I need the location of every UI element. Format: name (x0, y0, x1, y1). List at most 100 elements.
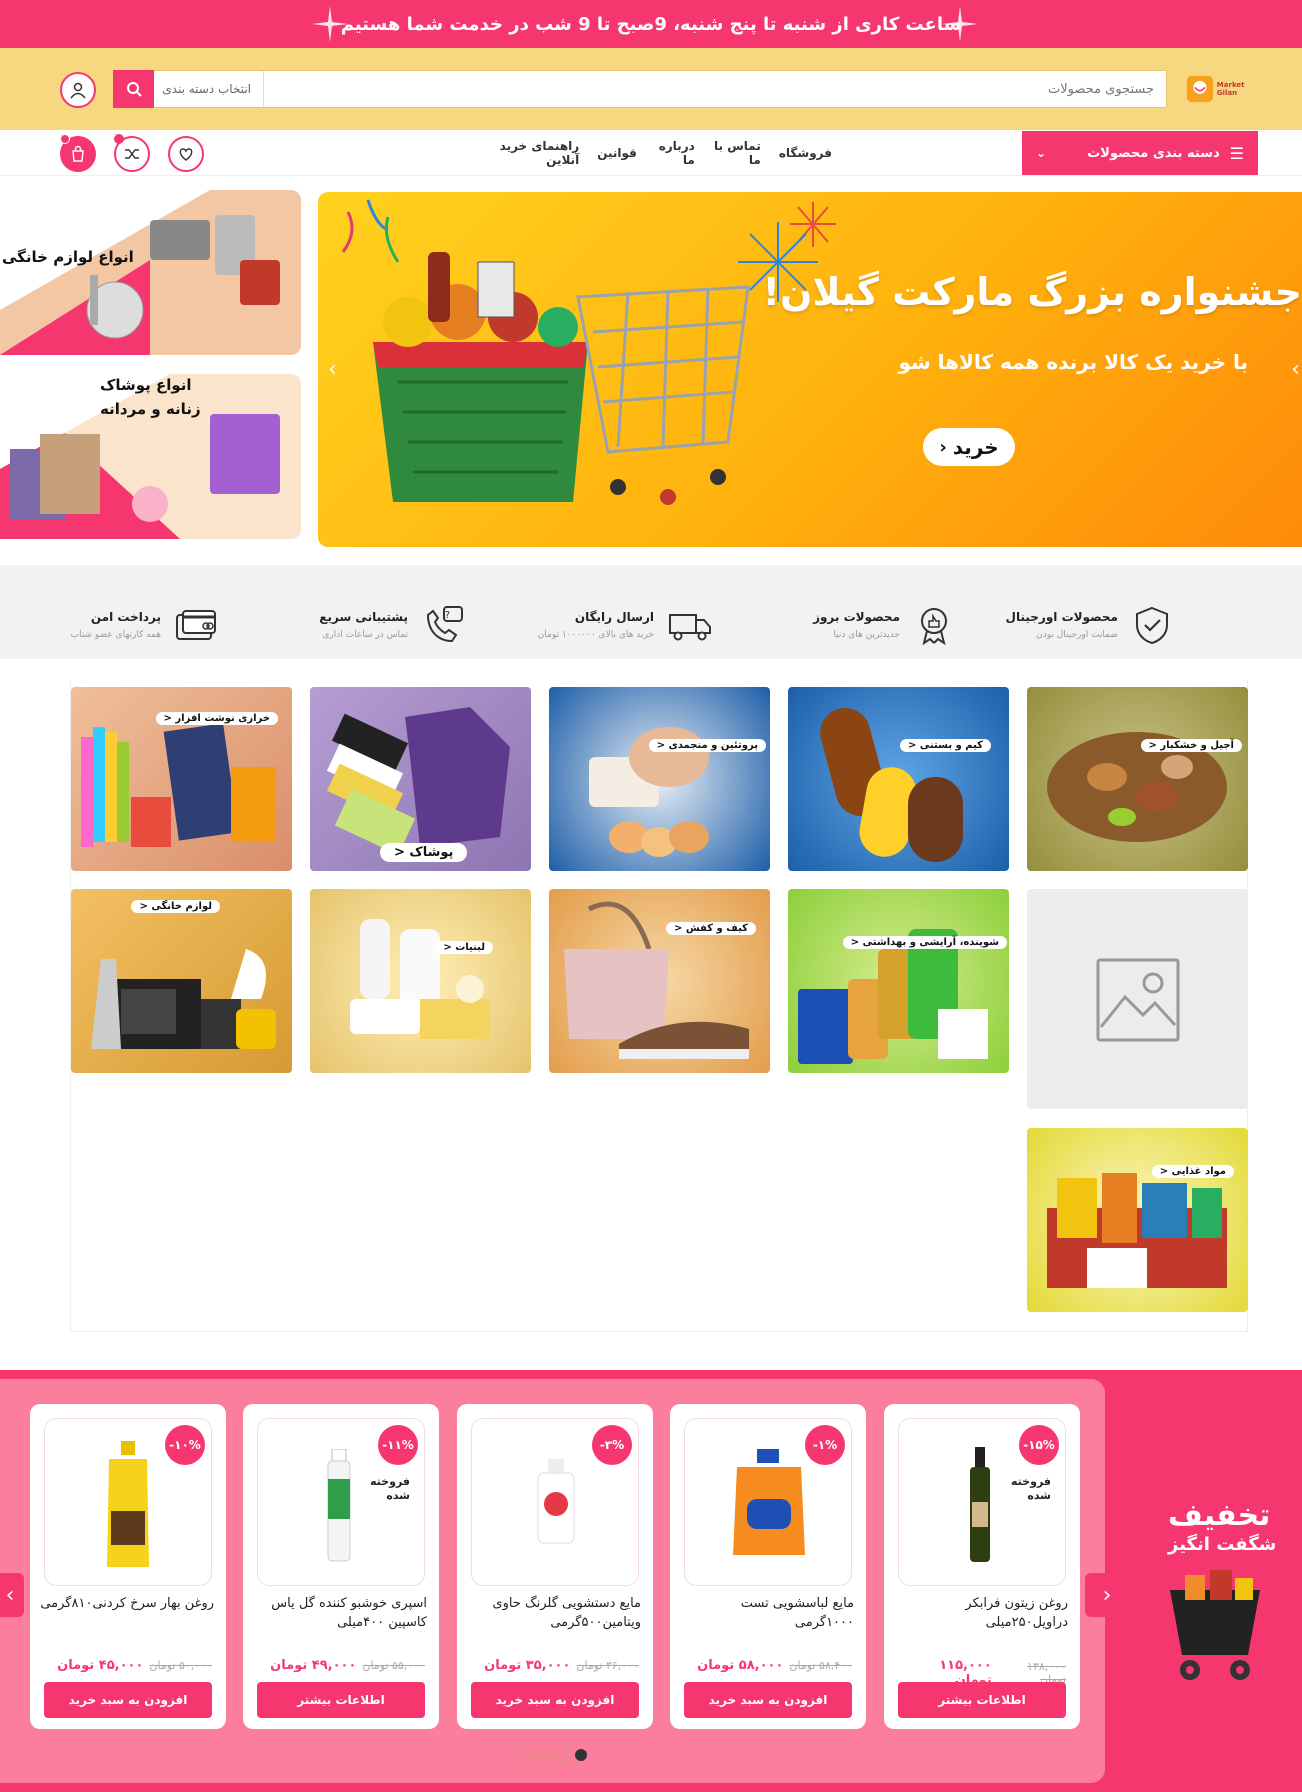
shuffle-icon (125, 149, 139, 159)
carousel-dot[interactable] (557, 1749, 569, 1761)
product-name[interactable]: مایع لباسشویی تست ۱۰۰۰گرمی (680, 1594, 854, 1632)
product-price: ۵۸,۴۰۰ تومان ۵۸,۰۰۰ تومان (684, 1658, 852, 1673)
category-tile-food[interactable]: مواد غذایی < (1027, 1128, 1248, 1312)
features-strip: محصولات اورجینال ضمانت اورجینال بودن محصو… (0, 565, 1302, 659)
chevron-left-icon: ‹ (5, 1582, 15, 1608)
hamburger-icon: ☰ (1229, 143, 1244, 163)
product-price: ۵۰,۰۰۰ تومان ۴۵,۰۰۰ تومان (44, 1658, 212, 1673)
cart-button[interactable]: 0 (60, 134, 96, 172)
main-nav: ☰ دسته بندی محصولات ⌄ فروشگاه تماس با ما… (0, 130, 1302, 176)
feature-subtitle: تماس در ساعات اداری (322, 630, 408, 640)
category-tile-nuts[interactable]: آجیل و خشکبار < (1027, 687, 1248, 871)
category-tile-bags[interactable]: کیف و کفش < (549, 889, 770, 1073)
carousel-dot[interactable] (521, 1749, 533, 1761)
offers-subtitle: شگفت انگیز (1168, 1534, 1277, 1555)
hero-buy-button[interactable]: خرید ‹ (923, 428, 1015, 466)
category-tile-icecream[interactable]: کیم و بستنی < (788, 687, 1009, 871)
add-to-cart-button[interactable]: افزودن به سبد خرید (44, 1682, 212, 1718)
search-button[interactable] (113, 70, 154, 108)
offers-title: تخفیف (1168, 1498, 1271, 1533)
product-name[interactable]: روغن بهار سرخ کردنی۸۱۰گرمی (40, 1594, 214, 1613)
svg-text:?: ? (445, 610, 450, 621)
hero-prev-arrow[interactable]: ‹ (328, 357, 337, 382)
hero-subtitle: با خرید یک کالا برنده همه کالاها شو (898, 350, 1248, 374)
add-to-cart-button[interactable]: افزودن به سبد خرید (684, 1682, 852, 1718)
nav-link-shop[interactable]: فروشگاه (779, 146, 832, 160)
feature-title: پرداخت امن (90, 610, 161, 624)
discount-badge: -۱۱% (378, 1425, 418, 1465)
category-tile-clothing[interactable]: پوشاک < (310, 687, 531, 871)
feature-subtitle: خرید های بالای ۱۰۰۰۰۰۰ تومان (537, 630, 654, 640)
search-input[interactable] (264, 71, 1166, 107)
search-icon (126, 82, 142, 97)
more-info-button[interactable]: اطلاعات بیشتر (898, 1682, 1066, 1718)
image-placeholder-icon (1096, 958, 1180, 1042)
handwash-bottle-image (537, 1459, 575, 1544)
product-image: -۱% (684, 1418, 852, 1586)
product-name[interactable]: روغن زیتون فرابکر دراویل۲۵۰میلی (894, 1594, 1068, 1632)
hero-slider[interactable]: جشنواره بزرگ مارکت گیلان! با خرید یک کال… (318, 192, 1302, 547)
carousel-dot[interactable] (539, 1749, 551, 1761)
feature-latest: محصولات بروز جدیدترین های دنیا (813, 605, 954, 645)
banner-clothing[interactable]: انواع پوشاک زنانه و مردانه (0, 374, 301, 539)
nav-link-guide[interactable]: راهنمای خرید آنلاین (490, 139, 580, 167)
feature-support: ? پشتیبانی سریع تماس در ساعات اداری (319, 605, 464, 645)
clothing-illustration (0, 374, 280, 539)
category-tile-stationery[interactable]: خرازی نوشت افزار < (71, 687, 292, 871)
account-button[interactable] (60, 72, 96, 108)
clothing-title-line1: انواع پوشاک (100, 376, 192, 394)
carousel-prev-button[interactable]: ‹ (0, 1573, 24, 1617)
site-logo[interactable]: Market Gilan (1186, 68, 1258, 110)
more-info-button[interactable]: اطلاعات بیشتر (257, 1682, 425, 1718)
compare-button[interactable]: 0 (114, 134, 150, 172)
product-image: -۱۰% (44, 1418, 212, 1586)
category-label-nuts: آجیل و خشکبار < (1140, 739, 1242, 752)
category-label-hygiene: شوینده، آرایشی و بهداشتی < (842, 936, 1007, 949)
category-tile-placeholder[interactable] (1027, 889, 1248, 1109)
category-select-label: انتخاب دسته بندی (162, 82, 251, 96)
hygiene-image (798, 929, 988, 1064)
chevron-left-icon: ‹ (939, 436, 947, 458)
sparkle-icon (312, 6, 348, 42)
feature-title: ارسال رایگان (574, 610, 654, 624)
product-card[interactable]: -۱۰% روغن بهار سرخ کردنی۸۱۰گرمی ۵۰,۰۰۰ ت… (30, 1404, 226, 1729)
wishlist-button[interactable] (168, 136, 204, 172)
product-card[interactable]: -۱% مایع لباسشویی تست ۱۰۰۰گرمی ۵۸,۴۰۰ تو… (670, 1404, 866, 1729)
product-card[interactable]: فروخته شده -۱۱% اسپری خوشبو کننده گل یاس… (243, 1404, 439, 1729)
nav-link-rules[interactable]: قوانین (597, 146, 637, 160)
nav-link-about[interactable]: درباره ما (655, 139, 695, 167)
category-label-stationery: خرازی نوشت افزار < (155, 712, 278, 725)
category-label-clothing: پوشاک < (380, 843, 468, 862)
site-header: Market Gilan انتخاب دسته بندی ⌄ (0, 48, 1302, 130)
nav-link-contact[interactable]: تماس با ما (713, 139, 761, 167)
feature-subtitle: همه کارتهای عضو شتاب (70, 630, 161, 640)
carousel-dot-active[interactable] (575, 1749, 587, 1761)
category-label-icecream: کیم و بستنی < (899, 739, 991, 752)
category-tile-protein[interactable]: پروتئین و منجمدی < (549, 687, 770, 871)
discount-badge: -۱۵% (1019, 1425, 1059, 1465)
hero-title: جشنواره بزرگ مارکت گیلان! (762, 270, 1302, 314)
category-tile-appliances[interactable]: لوازم خانگی < (71, 889, 292, 1073)
category-tile-dairy[interactable]: لبنیات < (310, 889, 531, 1073)
banner-home-appliances[interactable]: انواع لوازم خانگی (0, 190, 301, 355)
chevron-right-icon: › (1102, 1582, 1112, 1608)
air-freshener-can-image (327, 1449, 351, 1562)
category-tile-hygiene[interactable]: شوینده، آرایشی و بهداشتی < (788, 889, 1009, 1073)
appliances-image (91, 949, 276, 1049)
new-price: ۴۵,۰۰۰ تومان (57, 1658, 144, 1673)
carousel-next-button[interactable]: › (1085, 1573, 1129, 1617)
categories-menu-button[interactable]: ☰ دسته بندی محصولات ⌄ (1022, 131, 1258, 175)
add-to-cart-button[interactable]: افزودن به سبد خرید (471, 1682, 639, 1718)
category-grid: آجیل و خشکبار < کیم و بستنی < پروتئین و … (70, 680, 1248, 1332)
product-card[interactable]: فروخته شده -۱۵% روغن زیتون فرابکر دراویل… (884, 1404, 1080, 1729)
amazing-offers-section: فروخته شده -۱۵% روغن زیتون فرابکر دراویل… (0, 1370, 1302, 1792)
detergent-bottle-image (733, 1449, 805, 1555)
sold-out-label: فروخته شده (1011, 1475, 1051, 1503)
old-price: ۳۶,۰۰۰ تومان (576, 1659, 639, 1672)
product-name[interactable]: اسپری خوشبو کننده گل یاس کاسپین ۴۰۰میلی (253, 1594, 427, 1632)
hero-next-arrow[interactable]: ‹ (1291, 357, 1300, 382)
old-price: ۵۸,۴۰۰ تومان (789, 1659, 852, 1672)
product-card[interactable]: -۳% مایع دستشویی گلرنگ حاوی ویتامین۵۰۰گر… (457, 1404, 653, 1729)
feature-subtitle: جدیدترین های دنیا (833, 630, 900, 640)
product-name[interactable]: مایع دستشویی گلرنگ حاوی ویتامین۵۰۰گرمی (467, 1594, 641, 1632)
